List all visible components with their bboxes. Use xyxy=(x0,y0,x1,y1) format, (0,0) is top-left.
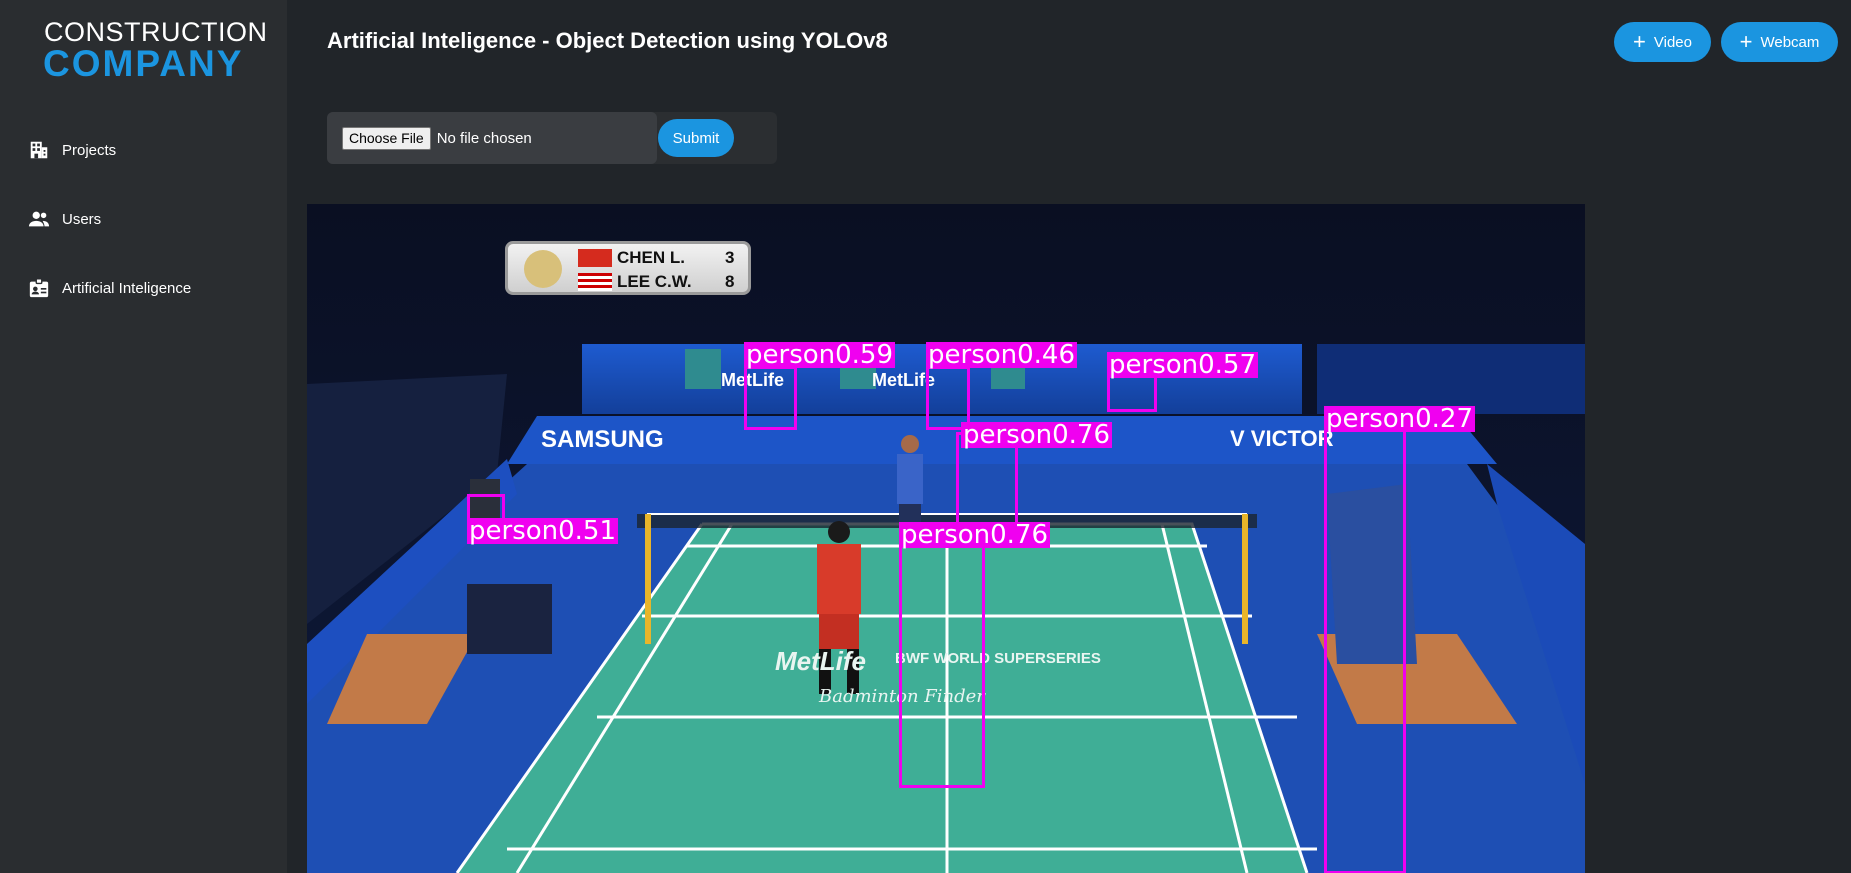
add-video-button[interactable]: + Video xyxy=(1614,22,1711,62)
add-video-label: Video xyxy=(1653,33,1692,51)
company-logo[interactable]: CONSTRUCTION COMPANY xyxy=(43,17,268,84)
detection-label: person0.76 xyxy=(961,420,1113,450)
detection-video-frame[interactable]: SAMSUNG V VICTOR MetLife MetLife MetLife… xyxy=(307,204,1585,873)
file-status: No file chosen xyxy=(436,129,532,147)
sidebar-item-label: Projects xyxy=(62,141,117,159)
scoreboard: CHEN L. 3 LEE C.W. 8 xyxy=(505,241,751,295)
player-score: 3 xyxy=(725,248,735,267)
flag-malaysia-icon xyxy=(578,273,612,291)
detection-label: person0.59 xyxy=(744,340,896,370)
building-icon xyxy=(30,141,48,159)
player-score: 8 xyxy=(725,272,735,291)
logo-line-1: CONSTRUCTION xyxy=(44,17,268,47)
scoreboard-row: CHEN L. 3 xyxy=(578,247,738,269)
sidebar-item-projects[interactable]: Projects xyxy=(28,134,268,166)
detection-label: person0.27 xyxy=(1324,404,1476,434)
detection-label: person0.57 xyxy=(1107,350,1259,380)
detection-box xyxy=(744,366,797,430)
sidebar-item-label: Users xyxy=(62,210,102,228)
shuttle-icon xyxy=(524,250,562,288)
detection-label: person0.46 xyxy=(926,340,1078,370)
file-input[interactable]: Choose File No file chosen xyxy=(327,112,657,164)
court-metlife-logo: MetLife xyxy=(775,646,866,676)
detection-label: person0.51 xyxy=(467,516,619,546)
id-badge-icon xyxy=(29,278,49,298)
flag-china-icon xyxy=(578,249,612,267)
detection-box xyxy=(899,528,985,788)
detection-label: person0.76 xyxy=(899,520,1051,550)
ad-samsung-logo: SAMSUNG xyxy=(541,426,664,453)
submit-button[interactable]: Submit xyxy=(658,119,734,157)
upload-form: Choose File No file chosen Submit xyxy=(327,112,777,164)
detection-box xyxy=(1324,420,1406,873)
sidebar-item-label: Artificial Inteligence xyxy=(62,279,192,297)
player-name: LEE C.W. xyxy=(617,272,692,291)
plus-icon: + xyxy=(1739,29,1753,54)
sidebar: CONSTRUCTION COMPANY Projects Users Arti… xyxy=(0,0,287,873)
add-webcam-label: Webcam xyxy=(1760,33,1820,51)
sidebar-item-artificial-inteligence[interactable]: Artificial Inteligence xyxy=(28,272,268,304)
scoreboard-row: LEE C.W. 8 xyxy=(578,271,738,293)
users-icon xyxy=(28,211,50,227)
page-title: Artificial Inteligence - Object Detectio… xyxy=(327,28,888,53)
sidebar-item-users[interactable]: Users xyxy=(28,203,268,235)
ad-victor-logo: V VICTOR xyxy=(1230,426,1334,451)
logo-line-2: COMPANY xyxy=(43,43,244,84)
choose-file-button[interactable]: Choose File xyxy=(342,126,431,150)
add-webcam-button[interactable]: + Webcam xyxy=(1721,22,1838,62)
player-name: CHEN L. xyxy=(617,248,685,267)
plus-icon: + xyxy=(1633,29,1646,54)
